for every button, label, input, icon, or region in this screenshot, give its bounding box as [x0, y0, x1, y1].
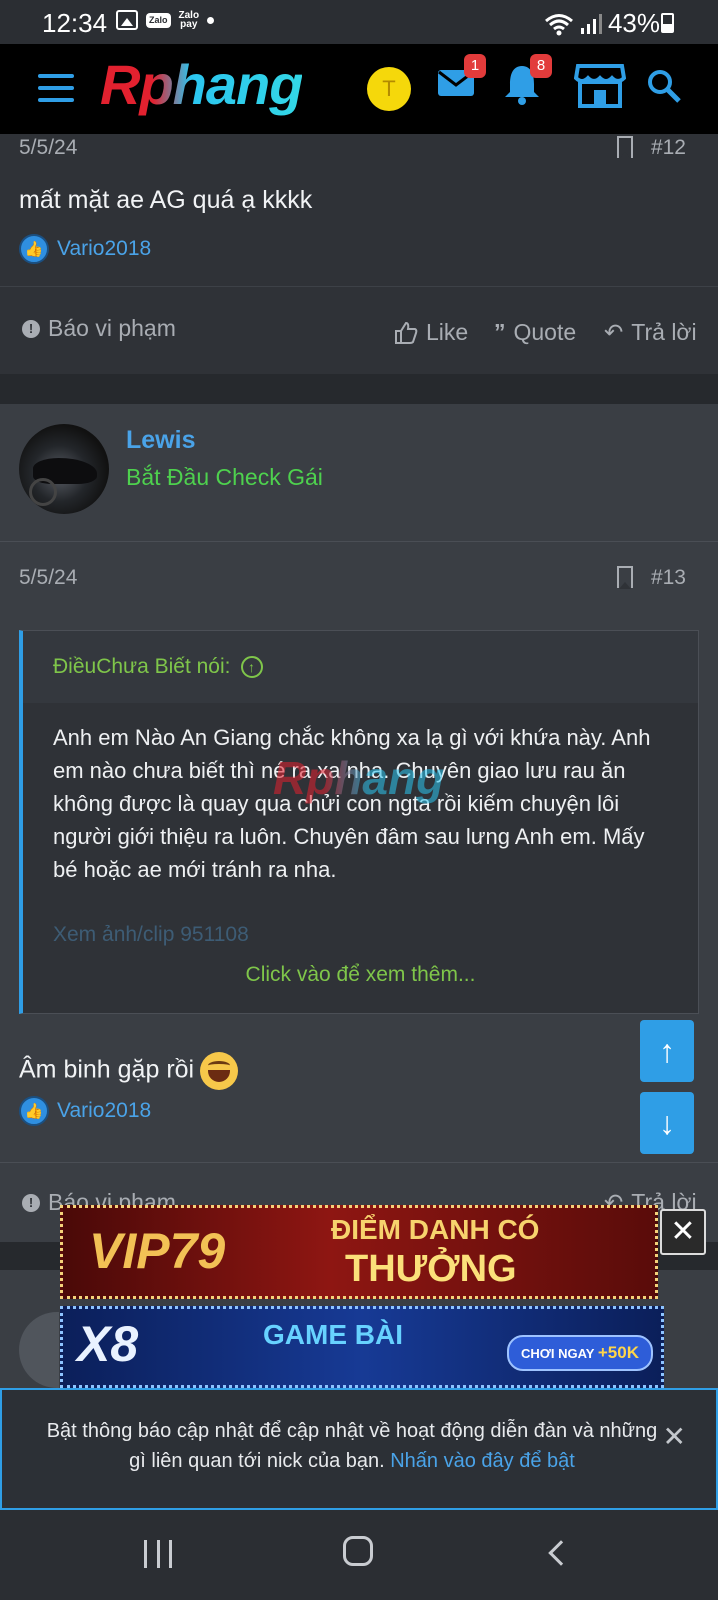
messages-badge: 1: [464, 54, 486, 78]
battery-icon: [661, 13, 674, 33]
post-message-text: Âm binh gặp rồi: [19, 1055, 195, 1084]
ad-headline: GAME BÀI: [263, 1319, 403, 1350]
author-name[interactable]: Lewis: [126, 426, 195, 455]
expand-quote-link[interactable]: Click vào để xem thêm...: [23, 963, 698, 987]
reply-label: Trả lời: [631, 319, 697, 345]
push-notification-prompt: Bật thông báo cập nhật để cập nhật về ho…: [0, 1388, 718, 1510]
report-button[interactable]: ! Báo vi phạm: [22, 315, 176, 342]
site-header: Rphang T 1 8: [0, 44, 718, 134]
reaction-user[interactable]: Vario2018: [57, 1099, 151, 1123]
ad-brand: VIP79: [89, 1223, 226, 1279]
reaction-user[interactable]: Vario2018: [57, 237, 151, 261]
thumbs-up-icon: 👍: [19, 234, 49, 264]
like-label: Like: [426, 319, 469, 345]
clock: 12:34: [42, 8, 108, 38]
ad-headline: ĐIỂM DANH CÓ: [331, 1214, 540, 1245]
post-author-header: Lewis Bắt Đầu Check Gái: [0, 404, 718, 542]
search-icon: [648, 70, 681, 103]
author-avatar[interactable]: [19, 424, 109, 514]
ad-cta-label: CHƠI NGAY: [521, 1346, 595, 1361]
bookmark-icon[interactable]: [617, 136, 633, 159]
quote-block: ĐiềuChưa Biết nói: ↑ Anh em Nào An Giang…: [19, 630, 699, 1014]
wifi-icon: [544, 13, 573, 35]
like-button[interactable]: Like: [394, 319, 468, 346]
quote-label: Quote: [513, 319, 577, 345]
notification-message: Bật thông báo cập nhật để cập nhật về ho…: [42, 1416, 662, 1476]
post-number[interactable]: #13: [651, 566, 686, 590]
signal-icon: [580, 13, 602, 34]
user-avatar[interactable]: T: [367, 67, 411, 111]
zalopay-notification-icon: Zalo pay: [178, 10, 200, 30]
battery-percent: 43%: [607, 8, 660, 38]
post-date[interactable]: 5/5/24: [19, 566, 77, 590]
ad-cta-button[interactable]: CHƠI NGAY +50K: [507, 1335, 653, 1371]
close-ad-button[interactable]: ✕: [660, 1209, 706, 1255]
reaction-summary[interactable]: 👍 Vario2018: [19, 1096, 151, 1126]
bookmark-icon[interactable]: [617, 566, 633, 589]
quote-button[interactable]: ” Quote: [494, 319, 576, 346]
ad-cta-bonus: +50K: [597, 1343, 639, 1362]
reaction-summary[interactable]: 👍 Vario2018: [19, 234, 151, 264]
laughing-emoji-icon: [200, 1052, 239, 1090]
post-message: mất mặt ae AG quá ạ kkkk: [19, 186, 313, 214]
system-navigation-bar: [0, 1512, 718, 1600]
ad-subheadline: THƯỞNG: [345, 1248, 517, 1290]
arrow-up-icon: ↑: [659, 1033, 675, 1069]
alerts-button[interactable]: 8: [502, 54, 552, 111]
quote-author: ĐiềuChưa Biết nói:: [53, 655, 231, 678]
reply-button[interactable]: ↶ Trả lời: [604, 319, 697, 346]
zalo-notification-icon: Zalo: [146, 12, 171, 28]
recents-button[interactable]: [144, 1540, 172, 1568]
menu-icon[interactable]: [38, 74, 74, 102]
gallery-notification-icon: [116, 10, 138, 30]
go-to-original-icon[interactable]: ↑: [240, 656, 263, 678]
thumbs-up-icon: [395, 321, 418, 344]
site-watermark: Rphang: [273, 752, 445, 804]
post-actions: ! Báo vi phạm Like ” Quote ↶ Trả lời: [0, 286, 718, 376]
close-icon[interactable]: ✕: [663, 1420, 686, 1453]
search-button[interactable]: [646, 68, 682, 109]
post-message: Âm binh gặp rồi: [19, 1052, 239, 1090]
reply-icon: ↶: [604, 319, 624, 345]
close-icon: ✕: [670, 1215, 696, 1248]
shop-button[interactable]: [573, 62, 627, 115]
ad-banner-vip79[interactable]: VIP79 ĐIỂM DANH CÓ THƯỞNG: [60, 1205, 658, 1299]
more-notifications-dot: [207, 16, 215, 24]
back-button[interactable]: [548, 1540, 574, 1566]
scroll-bottom-button[interactable]: ↓: [640, 1092, 694, 1154]
messages-button[interactable]: 1: [436, 54, 486, 107]
post-date[interactable]: 5/5/24: [19, 136, 77, 160]
post-number[interactable]: #12: [651, 136, 686, 160]
thumbs-up-icon: 👍: [19, 1096, 49, 1126]
post-separator: [0, 374, 718, 404]
status-bar: 12:34 Zalo Zalo pay 43%: [0, 0, 718, 44]
alerts-badge: 8: [530, 54, 552, 78]
enable-notifications-link[interactable]: Nhấn vào đây để bật: [390, 1450, 575, 1472]
quote-header[interactable]: ĐiềuChưa Biết nói: ↑: [23, 631, 698, 703]
arrow-down-icon: ↓: [659, 1105, 675, 1141]
author-title: Bắt Đầu Check Gái: [126, 464, 323, 490]
site-logo[interactable]: Rphang: [100, 52, 303, 117]
quote-faded-line: Xem ảnh/clip 951108: [53, 923, 249, 946]
store-icon: [573, 64, 627, 108]
alert-icon: !: [22, 319, 40, 338]
quote-icon: ”: [494, 319, 506, 345]
ad-banner-x8[interactable]: X8 GAME BÀI CHƠI NGAY +50K: [60, 1306, 664, 1388]
home-button[interactable]: [343, 1536, 373, 1566]
report-label: Báo vi phạm: [48, 315, 176, 341]
ad-brand: X8: [77, 1316, 139, 1372]
post-12: 5/5/24 #12 mất mặt ae AG quá ạ kkkk 👍 Va…: [0, 134, 718, 374]
post-13: 5/5/24 #13 ĐiềuChưa Biết nói: ↑ Anh em N…: [0, 542, 718, 1162]
scroll-top-button[interactable]: ↑: [640, 1020, 694, 1082]
alert-icon: !: [22, 1193, 40, 1212]
